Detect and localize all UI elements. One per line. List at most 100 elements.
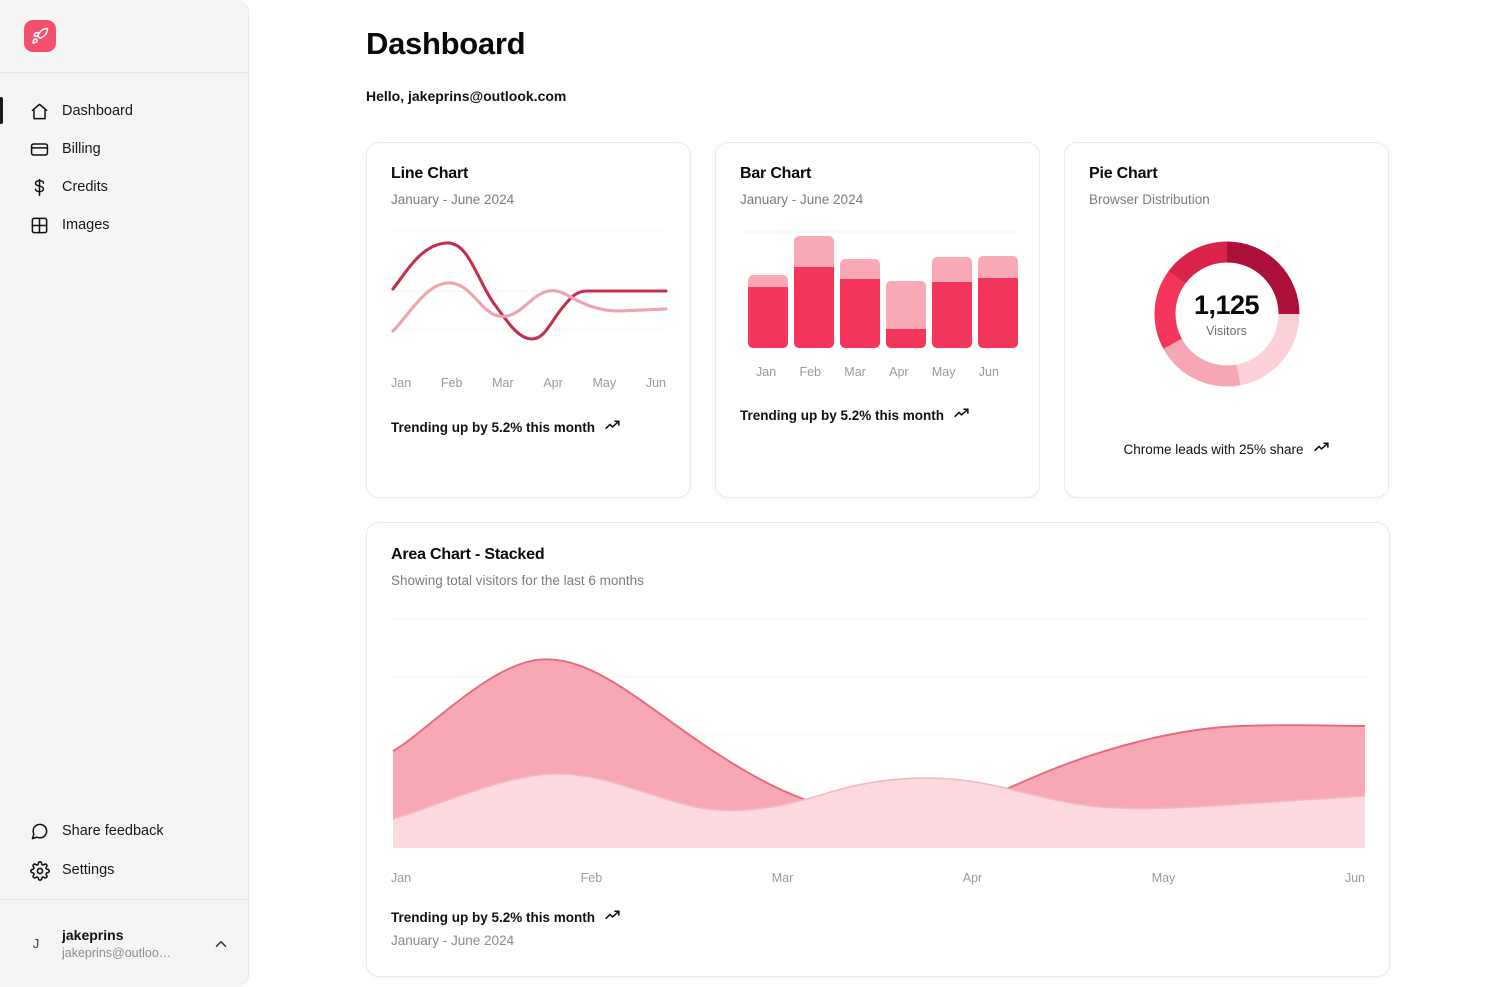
- card-title: Bar Chart: [740, 165, 812, 182]
- sidebar-item-share-feedback[interactable]: Share feedback: [0, 812, 248, 851]
- trending-up-icon: [604, 417, 621, 437]
- area-chart-svg: [391, 618, 1367, 848]
- sidebar: Dashboard Billing Credits Images Share f…: [0, 0, 249, 987]
- sidebar-item-images[interactable]: Images: [0, 206, 248, 244]
- sidebar-header: [0, 0, 248, 73]
- xtick: Jan: [756, 365, 777, 379]
- app-logo[interactable]: [24, 20, 56, 52]
- bar-group-apr: [886, 281, 926, 348]
- grid-icon: [30, 216, 49, 235]
- user-info: jakeprins jakeprins@outloo…: [62, 926, 200, 962]
- line-chart-xaxis: Jan Feb Mar Apr May Jun: [391, 376, 666, 390]
- card-title: Line Chart: [391, 165, 469, 182]
- bar-segment-desktop: [794, 272, 834, 348]
- footer-text: Trending up by 5.2% this month: [740, 407, 945, 423]
- xtick: Mar: [771, 871, 794, 885]
- donut-chart-plot: 1,125 Visitors: [1089, 235, 1364, 393]
- area-chart-plot: Jan Feb Mar Apr May Jun: [391, 616, 1367, 885]
- donut-value: 1,125: [1193, 290, 1260, 320]
- xtick: May: [931, 365, 956, 379]
- trending-up-icon: [1313, 439, 1330, 459]
- sidebar-item-label: Share feedback: [62, 823, 164, 840]
- main-content: Dashboard Hello, jakeprins@outlook.com L…: [249, 0, 1504, 987]
- donut-unit-label: Visitors: [1206, 324, 1247, 338]
- bar-chart-card: Bar Chart January - June 2024 Jan Feb Ma…: [715, 142, 1040, 498]
- line-chart-svg: [391, 230, 668, 341]
- pie-chart-footer: Chrome leads with 25% share: [1089, 439, 1364, 459]
- bar-joint: [886, 329, 926, 339]
- user-name: jakeprins: [62, 926, 124, 943]
- bar-group-feb: [794, 236, 834, 348]
- user-profile-button[interactable]: J jakeprins jakeprins@outloo…: [0, 899, 248, 987]
- credit-card-icon: [30, 140, 49, 159]
- rocket-icon: [31, 27, 49, 45]
- bar-joint: [978, 278, 1018, 290]
- bar-chart-xaxis: Jan Feb Mar Apr May Jun: [740, 365, 1015, 379]
- sidebar-item-dashboard[interactable]: Dashboard: [0, 92, 248, 130]
- bar-group-jun: [978, 256, 1018, 348]
- bar-joint: [748, 287, 788, 299]
- area-chart-footer-main: Trending up by 5.2% this month: [391, 907, 1365, 927]
- sidebar-item-label: Images: [62, 216, 110, 233]
- bar-group-mar: [840, 259, 880, 348]
- bar-group-may: [932, 257, 972, 348]
- area-chart-footer-sub: January - June 2024: [391, 933, 515, 948]
- bar-group-jan: [748, 275, 788, 348]
- sidebar-item-label: Billing: [62, 140, 101, 157]
- area-chart-card: Area Chart - Stacked Showing total visit…: [366, 522, 1390, 977]
- card-title: Area Chart - Stacked: [391, 546, 545, 563]
- sidebar-item-label: Credits: [62, 178, 108, 195]
- line-chart-plot: Jan Feb Mar Apr May Jun: [391, 229, 668, 390]
- bar-joint: [932, 282, 972, 294]
- xtick: Apr: [543, 376, 563, 390]
- card-subtitle: Showing total visitors for the last 6 mo…: [391, 573, 644, 588]
- sidebar-item-billing[interactable]: Billing: [0, 130, 248, 168]
- xtick: Apr: [962, 871, 983, 885]
- chevron-up-icon[interactable]: [212, 935, 230, 953]
- sidebar-item-label: Dashboard: [62, 102, 133, 119]
- home-icon: [30, 102, 49, 121]
- bar-joint: [840, 279, 880, 291]
- bar-joint: [794, 267, 834, 279]
- donut-center-label: 1,125 Visitors: [1089, 290, 1364, 338]
- bar-segment-mobile: [886, 281, 926, 337]
- xtick: Mar: [492, 376, 514, 390]
- bar-chart-svg: [740, 231, 1018, 348]
- bar-segment-desktop: [978, 283, 1018, 348]
- xtick: Jun: [645, 376, 666, 390]
- xtick: Mar: [844, 365, 866, 379]
- footer-text: Trending up by 5.2% this month: [391, 419, 596, 435]
- sidebar-item-settings[interactable]: Settings: [0, 851, 248, 890]
- card-title: Pie Chart: [1089, 165, 1158, 182]
- trending-up-icon: [953, 405, 970, 425]
- card-subtitle: January - June 2024: [391, 192, 515, 207]
- xtick: Jun: [978, 365, 999, 379]
- sidebar-bottom-nav: Share feedback Settings: [0, 812, 248, 899]
- avatar: J: [22, 930, 50, 958]
- pie-chart-card: Pie Chart Browser Distribution 1,125 Vis…: [1064, 142, 1389, 498]
- bar-segment-desktop: [840, 284, 880, 348]
- bar-segment-desktop: [748, 292, 788, 348]
- app-root: Dashboard Billing Credits Images Share f…: [0, 0, 1504, 987]
- area-chart-footer: Trending up by 5.2% this month January -…: [391, 907, 1365, 948]
- bar-segment-desktop: [932, 287, 972, 348]
- charts-row: Line Chart January - June 2024 Jan Feb M…: [366, 142, 1390, 498]
- sidebar-nav: Dashboard Billing Credits Images: [0, 73, 248, 244]
- line-chart-footer: Trending up by 5.2% this month: [391, 417, 666, 437]
- dollar-icon: [30, 178, 49, 197]
- xtick: Feb: [799, 365, 821, 379]
- trending-up-icon: [604, 907, 621, 927]
- xtick: May: [1151, 871, 1176, 885]
- area-chart-xaxis: Jan Feb Mar Apr May Jun: [391, 871, 1365, 885]
- xtick: Jan: [391, 871, 412, 885]
- xtick: Feb: [580, 871, 603, 885]
- user-email: jakeprins@outloo…: [62, 945, 172, 960]
- bar-chart-footer: Trending up by 5.2% this month: [740, 405, 1015, 425]
- sidebar-item-credits[interactable]: Credits: [0, 168, 248, 206]
- xtick: May: [592, 376, 617, 390]
- sidebar-item-label: Settings: [62, 862, 115, 879]
- xtick: Jun: [1344, 871, 1365, 885]
- xtick: Jan: [391, 376, 412, 390]
- line-chart-card: Line Chart January - June 2024 Jan Feb M…: [366, 142, 691, 498]
